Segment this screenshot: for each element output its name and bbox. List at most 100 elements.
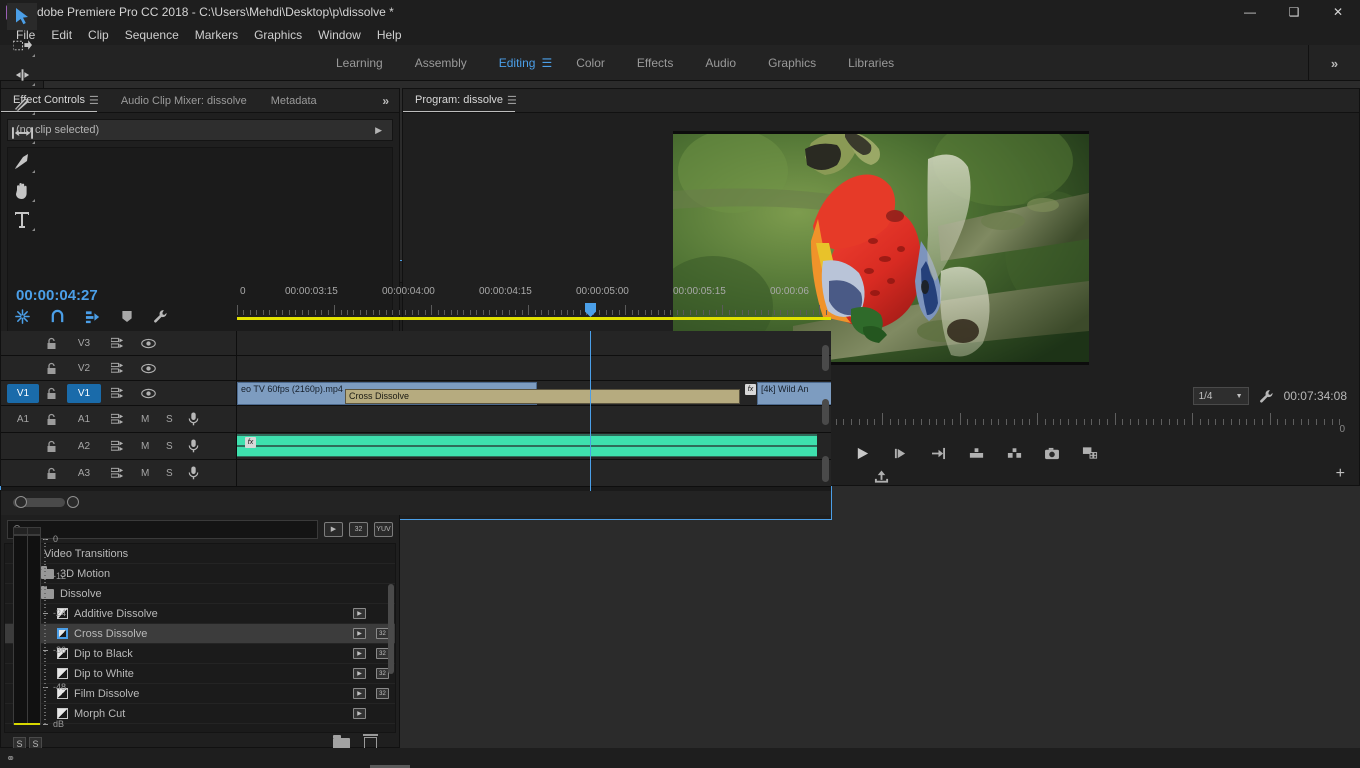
- tab-program-monitor[interactable]: Program: dissolve: [403, 89, 516, 112]
- cross-dissolve-transition[interactable]: Cross Dissolve: [345, 389, 740, 404]
- track-sync-lock-icon[interactable]: [111, 337, 125, 349]
- bit32-filter-icon[interactable]: 32: [349, 521, 368, 537]
- track-visibility-eye-icon[interactable]: [141, 363, 156, 374]
- yuv-filter-icon[interactable]: YUV: [374, 521, 393, 537]
- track-name-v3[interactable]: V3: [67, 334, 101, 353]
- snap-icon[interactable]: [50, 309, 65, 324]
- track-lock-icon[interactable]: [46, 337, 57, 350]
- add-marker-icon[interactable]: [121, 310, 133, 323]
- track-lock-icon[interactable]: [46, 387, 57, 400]
- workspace-overflow-button[interactable]: »: [1308, 45, 1360, 81]
- track-height-handle[interactable]: [822, 399, 829, 425]
- track-voiceover-mic-icon[interactable]: [188, 412, 199, 426]
- workspace-tab-audio[interactable]: Audio: [689, 45, 752, 81]
- button-editor-icon[interactable]: [1080, 443, 1100, 463]
- zoom-handle-left[interactable]: [15, 496, 27, 508]
- insert-overwrite-icon[interactable]: [15, 309, 30, 324]
- menu-item-window[interactable]: Window: [310, 26, 369, 44]
- menu-item-help[interactable]: Help: [369, 26, 410, 44]
- track-sync-lock-icon[interactable]: [111, 362, 125, 374]
- track-lock-icon[interactable]: [46, 413, 57, 426]
- playback-resolution-dropdown[interactable]: 1/4 ▼: [1192, 387, 1249, 405]
- track-visibility-eye-icon[interactable]: [141, 338, 156, 349]
- track-mute-button[interactable]: M: [141, 414, 149, 425]
- track-visibility-eye-icon[interactable]: [141, 388, 156, 399]
- audio-clip[interactable]: fx: [237, 434, 817, 457]
- video-clip[interactable]: [4k] Wild An: [757, 382, 831, 405]
- effects-tree-scrollbar[interactable]: [388, 584, 394, 674]
- workspace-tab-color[interactable]: Color: [560, 45, 621, 81]
- timeline-tracks[interactable]: V3 V2 V1 V1 eo TV 60fps (2160p).mp4 [4k] Wild…: [1, 331, 831, 491]
- track-select-forward-tool[interactable]: [7, 32, 37, 59]
- selection-tool[interactable]: [7, 3, 37, 30]
- track-height-handle[interactable]: [822, 345, 829, 371]
- menu-item-clip[interactable]: Clip: [80, 26, 117, 44]
- effect-controls-menu-icon[interactable]: ☰: [89, 89, 109, 112]
- track-name-a1[interactable]: A1: [67, 410, 101, 429]
- accelerated-effects-filter-icon[interactable]: ▶: [324, 521, 343, 537]
- zoom-handle-right[interactable]: [67, 496, 79, 508]
- menu-item-edit[interactable]: Edit: [43, 26, 80, 44]
- track-lock-icon[interactable]: [46, 362, 57, 375]
- workspace-menu-icon[interactable]: ☰: [541, 45, 560, 81]
- clip-indicator-right[interactable]: [28, 528, 41, 534]
- tab-metadata[interactable]: Metadata: [259, 89, 329, 112]
- render-status-icon[interactable]: ⚭: [6, 752, 15, 765]
- track-content-a3[interactable]: [237, 460, 831, 486]
- track-sync-lock-icon[interactable]: [111, 413, 125, 425]
- track-lock-icon[interactable]: [46, 440, 57, 453]
- track-solo-button[interactable]: S: [166, 414, 173, 425]
- timeline-playhead-timecode[interactable]: 00:00:04:27: [16, 287, 98, 304]
- ripple-edit-tool[interactable]: [7, 61, 37, 88]
- track-name-v2[interactable]: V2: [67, 359, 101, 378]
- workspace-tab-assembly[interactable]: Assembly: [399, 45, 483, 81]
- lift-icon[interactable]: [966, 443, 986, 463]
- menu-item-sequence[interactable]: Sequence: [117, 26, 187, 44]
- effect-controls-overflow-button[interactable]: »: [372, 94, 399, 108]
- timeline-ruler[interactable]: 0 00:00:03:15 00:00:04:00 00:00:04:15 00:00:…: [237, 283, 831, 331]
- slip-tool[interactable]: [7, 119, 37, 146]
- chevron-right-icon[interactable]: ▶: [375, 125, 382, 136]
- workspace-tab-libraries[interactable]: Libraries: [832, 45, 910, 81]
- track-sync-lock-icon[interactable]: [111, 467, 125, 479]
- type-tool[interactable]: [7, 206, 37, 233]
- track-sync-lock-icon[interactable]: [111, 387, 125, 399]
- track-height-handle[interactable]: [822, 456, 829, 482]
- track-solo-button[interactable]: S: [166, 468, 173, 479]
- clip-indicators[interactable]: [13, 527, 41, 535]
- extract-icon[interactable]: [1004, 443, 1024, 463]
- track-lock-icon[interactable]: [46, 467, 57, 480]
- pen-tool[interactable]: [7, 148, 37, 175]
- export-media-icon[interactable]: [871, 467, 891, 487]
- hand-tool[interactable]: [7, 177, 37, 204]
- track-solo-button[interactable]: S: [166, 441, 173, 452]
- program-monitor-menu-icon[interactable]: ☰: [507, 89, 527, 112]
- track-name-a2[interactable]: A2: [67, 437, 101, 456]
- no-clip-selected-row[interactable]: (no clip selected) ▶: [7, 119, 393, 141]
- menu-item-graphics[interactable]: Graphics: [246, 26, 310, 44]
- export-frame-icon[interactable]: [1042, 443, 1062, 463]
- track-voiceover-mic-icon[interactable]: [188, 439, 199, 453]
- track-content-a1[interactable]: [237, 406, 831, 432]
- step-forward-icon[interactable]: [890, 443, 910, 463]
- source-patch-v1[interactable]: V1: [7, 383, 39, 403]
- linked-selection-icon[interactable]: [85, 310, 101, 324]
- minimize-button[interactable]: —: [1228, 0, 1272, 24]
- track-content-v1[interactable]: eo TV 60fps (2160p).mp4 [4k] Wild An fx Cro…: [237, 381, 831, 405]
- workspace-tab-learning[interactable]: Learning: [320, 45, 399, 81]
- track-voiceover-mic-icon[interactable]: [188, 466, 199, 480]
- track-content-a2[interactable]: fx: [237, 433, 831, 459]
- clip-indicator-left[interactable]: [14, 528, 28, 534]
- workspace-tab-graphics[interactable]: Graphics: [752, 45, 832, 81]
- maximize-button[interactable]: ❑: [1272, 0, 1316, 24]
- menu-item-markers[interactable]: Markers: [187, 26, 246, 44]
- track-content-v2[interactable]: [237, 356, 831, 380]
- track-mute-button[interactable]: M: [141, 441, 149, 452]
- tab-audio-clip-mixer[interactable]: Audio Clip Mixer: dissolve: [109, 89, 259, 112]
- workspace-tab-effects[interactable]: Effects: [621, 45, 689, 81]
- track-name-a3[interactable]: A3: [67, 464, 101, 483]
- go-to-out-icon[interactable]: [928, 443, 948, 463]
- timeline-settings-icon[interactable]: [153, 309, 168, 324]
- button-editor-plus-icon[interactable]: +: [1336, 465, 1345, 483]
- settings-wrench-icon[interactable]: [1259, 389, 1274, 404]
